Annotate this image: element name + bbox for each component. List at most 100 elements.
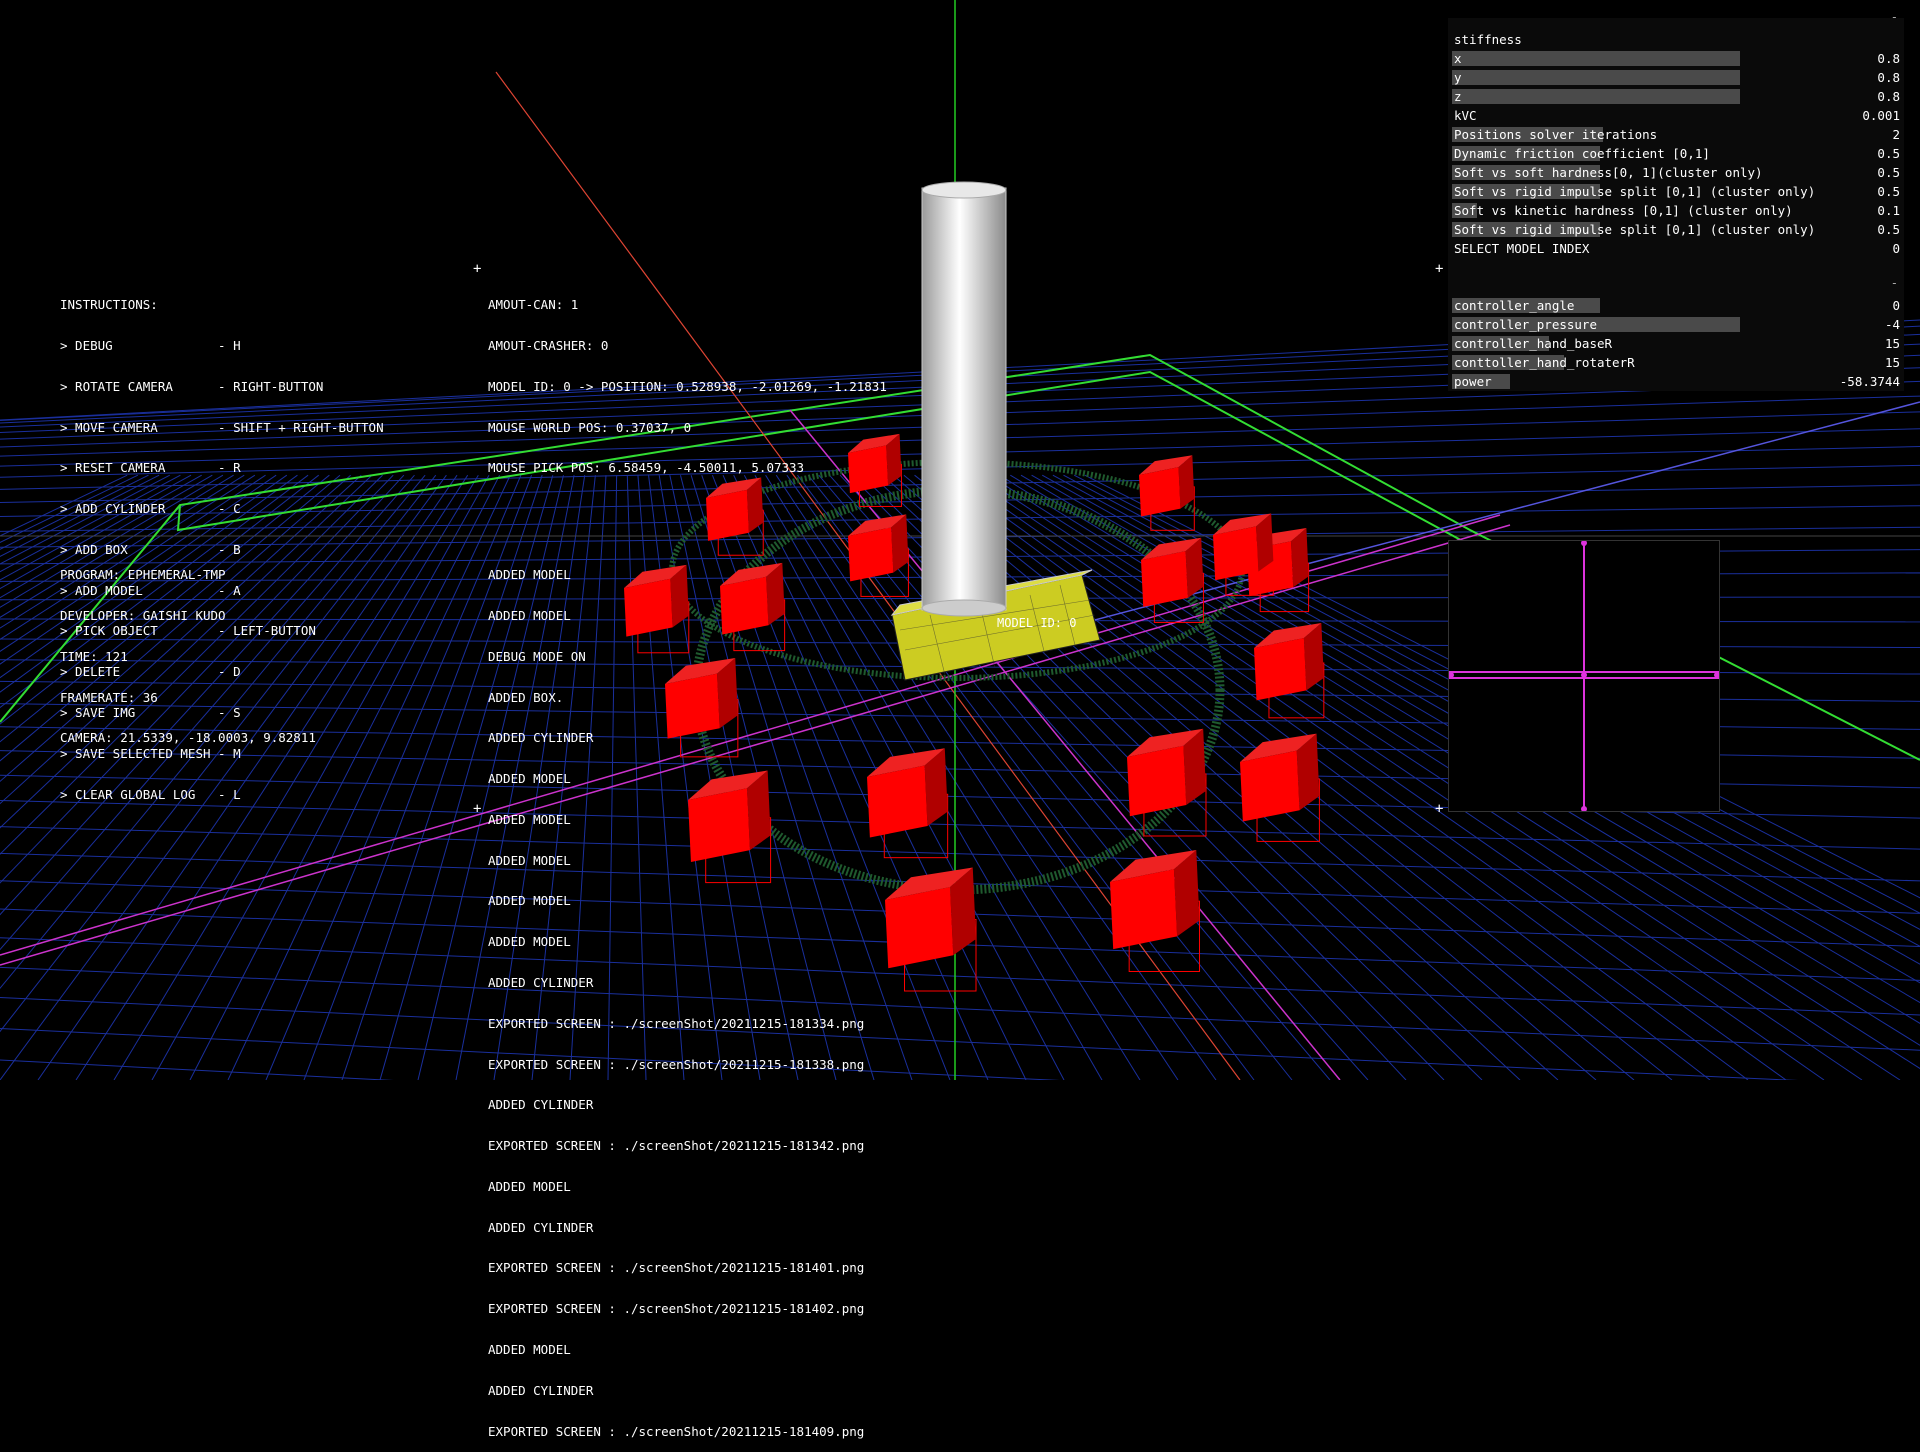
param-label: x	[1454, 51, 1462, 66]
log-line: ADDED MODEL	[488, 811, 571, 827]
log-line: EXPORTED SCREEN : ./screenShot/20211215-…	[488, 1423, 865, 1439]
param-label: Soft vs kinetic hardness [0,1] (cluster …	[1454, 203, 1793, 218]
panel2-row[interactable]: power -58.3744	[1448, 372, 1904, 391]
param-value: 0	[1892, 298, 1900, 313]
panel1-row[interactable]: y 0.8	[1448, 68, 1904, 87]
panel1-header: -	[1448, 10, 1904, 30]
param-value: 15	[1884, 336, 1900, 351]
log-panel: ADDED MODEL ADDED MODEL DEBUG MODE ON AD…	[488, 541, 864, 1452]
crosshair-icon: +	[473, 801, 482, 817]
grid-line	[0, 997, 1798, 1080]
crosshair-icon: +	[473, 261, 482, 277]
slider-fill	[1452, 70, 1740, 85]
instructions-line: > DEBUG - H	[60, 337, 241, 353]
param-label: Soft vs soft hardness[0, 1](cluster only…	[1454, 165, 1763, 180]
panel1-row[interactable]: Soft vs kinetic hardness [0,1] (cluster …	[1448, 201, 1904, 220]
panel1-row[interactable]: SELECT MODEL INDEX 0	[1448, 239, 1904, 258]
program-info-line: FRAMERATE: 36	[60, 689, 158, 705]
log-line: ADDED MODEL	[488, 893, 571, 909]
log-line: ADDED MODEL	[488, 771, 571, 787]
param-label: z	[1454, 89, 1462, 104]
panel1-row[interactable]: Positions solver iterations 2	[1448, 125, 1904, 144]
instructions-line: > ADD CYLINDER - C	[60, 501, 241, 517]
panel2-row[interactable]: controller_hand_baseR 15	[1448, 334, 1904, 353]
param-value: 2	[1892, 127, 1900, 142]
instructions-line: INSTRUCTIONS:	[60, 297, 158, 313]
param-value: -4	[1884, 317, 1900, 332]
param-value: 0.5	[1877, 184, 1900, 199]
param-value: 0.5	[1877, 165, 1900, 180]
param-value: 0.8	[1877, 70, 1900, 85]
param-label: Positions solver iterations	[1454, 127, 1658, 142]
param-label: SELECT MODEL INDEX	[1454, 241, 1590, 256]
cylinder[interactable]	[890, 181, 1101, 681]
param-value: -58.3744	[1839, 374, 1900, 389]
crosshair-icon: +	[1435, 801, 1444, 817]
grid-line	[0, 966, 1920, 1051]
log-line: ADDED MODEL	[488, 1342, 571, 1358]
param-label: power	[1454, 374, 1492, 389]
panel2-rows: controller_angle 0 controller_pressure -4 co…	[1448, 296, 1904, 391]
panel2-row[interactable]: controller_angle 0	[1448, 296, 1904, 315]
log-line: ADDED MODEL	[488, 852, 571, 868]
param-value: 0.5	[1877, 222, 1900, 237]
instructions-line: > RESET CAMERA - R	[60, 460, 241, 476]
param-label: conttoller_hand_rotaterR	[1454, 355, 1635, 370]
panel1-row[interactable]: stiffness	[1448, 30, 1904, 49]
log-line: ADDED CYLINDER	[488, 730, 594, 746]
param-label: kVC	[1454, 108, 1477, 123]
panel1-row[interactable]: Soft vs rigid impulse split [0,1] (clust…	[1448, 182, 1904, 201]
grid-line	[0, 1027, 1061, 1080]
panel1-row[interactable]: x 0.8	[1448, 49, 1904, 68]
log-line: ADDED CYLINDER	[488, 1219, 594, 1235]
red-box[interactable]	[1254, 623, 1325, 719]
log-line: ADDED MODEL	[488, 934, 571, 950]
panel1-row[interactable]: Dynamic friction coefficient [0,1] 0.5	[1448, 144, 1904, 163]
param-label: controller_pressure	[1454, 317, 1597, 332]
panel1-row[interactable]: Soft vs rigid impulse split [0,1] (clust…	[1448, 220, 1904, 239]
log-line: ADDED MODEL	[488, 607, 571, 623]
param-value: 0.8	[1877, 51, 1900, 66]
red-box[interactable]	[1240, 733, 1320, 842]
red-box[interactable]	[867, 748, 949, 859]
param-label: controller_hand_baseR	[1454, 336, 1613, 351]
collapse-button[interactable]: -	[1891, 276, 1898, 290]
panel2-row[interactable]: conttoller_hand_rotaterR 15	[1448, 353, 1904, 372]
slider-fill	[1452, 51, 1740, 66]
panel2-header: -	[1448, 258, 1904, 296]
red-box[interactable]	[885, 867, 977, 992]
param-label: stiffness	[1454, 32, 1522, 47]
log-line: ADDED MODEL	[488, 1178, 571, 1194]
status-line: AMOUT-CAN: 1	[488, 297, 579, 313]
parameter-panel: - stiffness x 0.8 y 0.8 z 0.8 kVC 0.001 Positions…	[1448, 10, 1904, 391]
panel2-row[interactable]: controller_pressure -4	[1448, 315, 1904, 334]
status-line: MOUSE PICK POS: 6.58459, -4.50011, 5.073…	[488, 460, 805, 476]
slider-fill	[1452, 89, 1740, 104]
param-value: 0.001	[1862, 108, 1900, 123]
log-line: EXPORTED SCREEN : ./screenShot/20211215-…	[488, 1056, 865, 1072]
panel1-row[interactable]: kVC 0.001	[1448, 106, 1904, 125]
param-label: y	[1454, 70, 1462, 85]
grid-line	[967, 474, 1863, 1080]
log-line: ADDED CYLINDER	[488, 1382, 594, 1398]
collapse-button[interactable]: -	[1891, 10, 1898, 24]
log-line: ADDED CYLINDER	[488, 1097, 594, 1113]
panel1-row[interactable]: z 0.8	[1448, 87, 1904, 106]
red-box[interactable]	[1139, 455, 1195, 531]
log-line: DEBUG MODE ON	[488, 648, 586, 664]
red-box[interactable]	[1127, 728, 1207, 837]
grid-line	[0, 1059, 394, 1080]
param-label: controller_angle	[1454, 298, 1575, 313]
param-label: Soft vs rigid impulse split [0,1] (clust…	[1454, 184, 1816, 199]
model-label: MODEL ID: 0	[997, 616, 1076, 630]
panel1-row[interactable]: Soft vs soft hardness[0, 1](cluster only…	[1448, 163, 1904, 182]
log-line: EXPORTED SCREEN : ./screenShot/20211215-…	[488, 1015, 865, 1031]
status-line: MOUSE WORLD POS: 0.37037, 0	[488, 419, 692, 435]
param-label: Soft vs rigid impulse split [0,1] (clust…	[1454, 222, 1816, 237]
program-info-line: PROGRAM: EPHEMERAL-TMP	[60, 567, 226, 583]
minimap[interactable]	[1448, 540, 1720, 812]
program-info-line: TIME: 121	[60, 648, 128, 664]
status-panel: AMOUT-CAN: 1 AMOUT-CRASHER: 0 MODEL ID: …	[488, 271, 887, 489]
param-value: 0	[1892, 241, 1900, 256]
log-line: EXPORTED SCREEN : ./screenShot/20211215-…	[488, 1260, 865, 1276]
